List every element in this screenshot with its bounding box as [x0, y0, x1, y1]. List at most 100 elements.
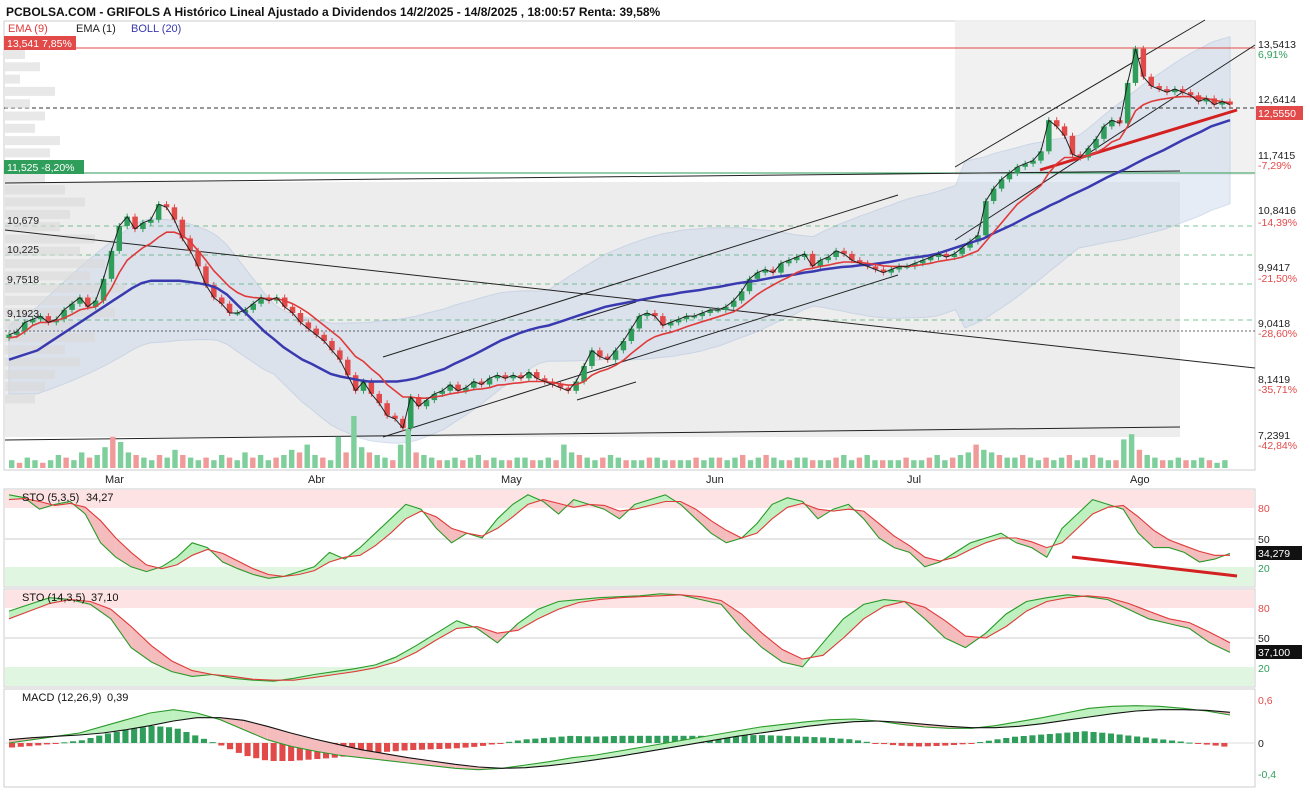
volume-bar — [429, 457, 435, 468]
macd-histogram-bar — [87, 738, 94, 743]
volume-bar — [755, 457, 761, 468]
macd-histogram-bar — [567, 735, 574, 743]
macd-histogram-bar — [898, 743, 905, 746]
volume-bar — [1027, 457, 1034, 468]
volume-bar — [973, 444, 979, 468]
volume-bar — [685, 460, 691, 468]
volume-bar — [981, 449, 987, 468]
volume-bar — [561, 444, 567, 468]
volume-bar — [483, 460, 489, 468]
volume-profile-bar — [5, 86, 55, 96]
volume-bar — [265, 460, 271, 468]
macd-histogram-bar — [1151, 738, 1158, 743]
candle — [612, 350, 619, 360]
macd-histogram-bar — [968, 743, 975, 744]
volume-bar — [895, 460, 901, 468]
volume-bar — [903, 457, 909, 468]
volume-bar — [1206, 460, 1213, 468]
volume-bar — [1198, 457, 1205, 468]
macd-histogram-bar — [70, 741, 77, 743]
volume-profile-bar — [5, 357, 80, 367]
macd-histogram-bar — [235, 743, 242, 753]
volume-profile-bar — [5, 123, 35, 133]
volume-profile-bar — [5, 50, 25, 59]
volume-bar — [94, 455, 100, 468]
volume-bar — [1004, 457, 1010, 468]
macd-histogram-bar — [1186, 742, 1193, 744]
volume-bar — [631, 460, 637, 468]
macd-histogram-bar — [253, 743, 260, 759]
stoch2-current: 37,100 — [1258, 647, 1290, 659]
macd-histogram-bar — [410, 743, 417, 750]
stoch2-label: STO (14,3,5) — [22, 592, 85, 604]
macd-histogram-bar — [392, 743, 399, 752]
level-label-3: 9,7518 — [7, 274, 39, 286]
macd-histogram-bar — [575, 736, 582, 743]
macd-histogram-bar — [1160, 739, 1167, 743]
macd-histogram-bar — [279, 743, 286, 761]
volume-bar — [234, 460, 240, 468]
pct-tick: -7,29% — [1258, 160, 1291, 172]
candle — [1148, 76, 1154, 86]
macd-histogram-bar — [1081, 731, 1088, 743]
volume-bar — [164, 457, 170, 468]
macd-histogram-bar — [1073, 731, 1080, 743]
candle — [171, 207, 178, 220]
stoch1-label: STO (5,3,5) — [22, 492, 79, 504]
price-tick: 10,8416 — [1258, 205, 1296, 217]
macd-histogram-bar — [855, 740, 862, 743]
macd-histogram-bar — [863, 741, 870, 743]
volume-bar — [444, 460, 450, 468]
volume-bar — [957, 455, 964, 468]
volume-bar — [172, 449, 178, 468]
volume-bar — [1175, 457, 1181, 468]
macd-histogram-bar — [384, 743, 391, 752]
volume-bar — [289, 449, 295, 468]
volume-bar — [1082, 457, 1088, 468]
macd-histogram-bar — [837, 738, 844, 743]
volume-bar — [1097, 457, 1104, 468]
macd-histogram-bar — [1177, 741, 1184, 743]
volume-bar — [390, 460, 396, 468]
volume-bar — [600, 457, 606, 468]
volume-profile-bar — [5, 111, 45, 121]
volume-bar — [1214, 462, 1220, 468]
candle — [778, 263, 784, 273]
macd-histogram-bar — [1134, 736, 1141, 743]
macd-histogram-bar — [750, 735, 757, 743]
pct-tick: -14,39% — [1258, 217, 1297, 229]
macd-histogram-bar — [881, 743, 888, 745]
candle — [116, 226, 122, 251]
volume-bar — [942, 460, 948, 468]
candle — [573, 381, 579, 391]
volume-bar — [1012, 457, 1018, 468]
candle — [329, 341, 335, 351]
volume-bar — [257, 455, 264, 468]
macd-histogram-bar — [1142, 737, 1149, 743]
macd-label: MACD (12,26,9) — [22, 692, 101, 704]
pct-tick: -28,60% — [1258, 328, 1297, 340]
volume-bar — [219, 455, 225, 468]
volume-profile-bar — [5, 259, 105, 269]
low-level-label: 11,525 -8,20% — [7, 162, 75, 174]
candle — [1093, 138, 1099, 149]
macd-histogram-bar — [122, 730, 129, 743]
volume-bar — [397, 444, 404, 468]
macd-value: 0,39 — [107, 692, 128, 704]
macd-histogram-bar — [541, 737, 548, 743]
macd-histogram-bar — [985, 740, 992, 743]
volume-bar — [802, 457, 808, 468]
volume-bar — [1167, 460, 1174, 468]
volume-bar — [436, 460, 443, 468]
volume-bar — [211, 460, 217, 468]
macd-histogram-bar — [96, 735, 103, 743]
volume-bar — [47, 460, 54, 468]
volume-bar — [638, 460, 645, 468]
legend-ema1: EMA (1) — [76, 23, 116, 35]
volume-bar — [1191, 460, 1197, 468]
macd-histogram-bar — [916, 743, 923, 747]
volume-bar — [841, 455, 847, 468]
volume-bar — [79, 452, 85, 468]
macd-histogram-bar — [270, 743, 277, 761]
macd-histogram-bar — [584, 736, 591, 743]
